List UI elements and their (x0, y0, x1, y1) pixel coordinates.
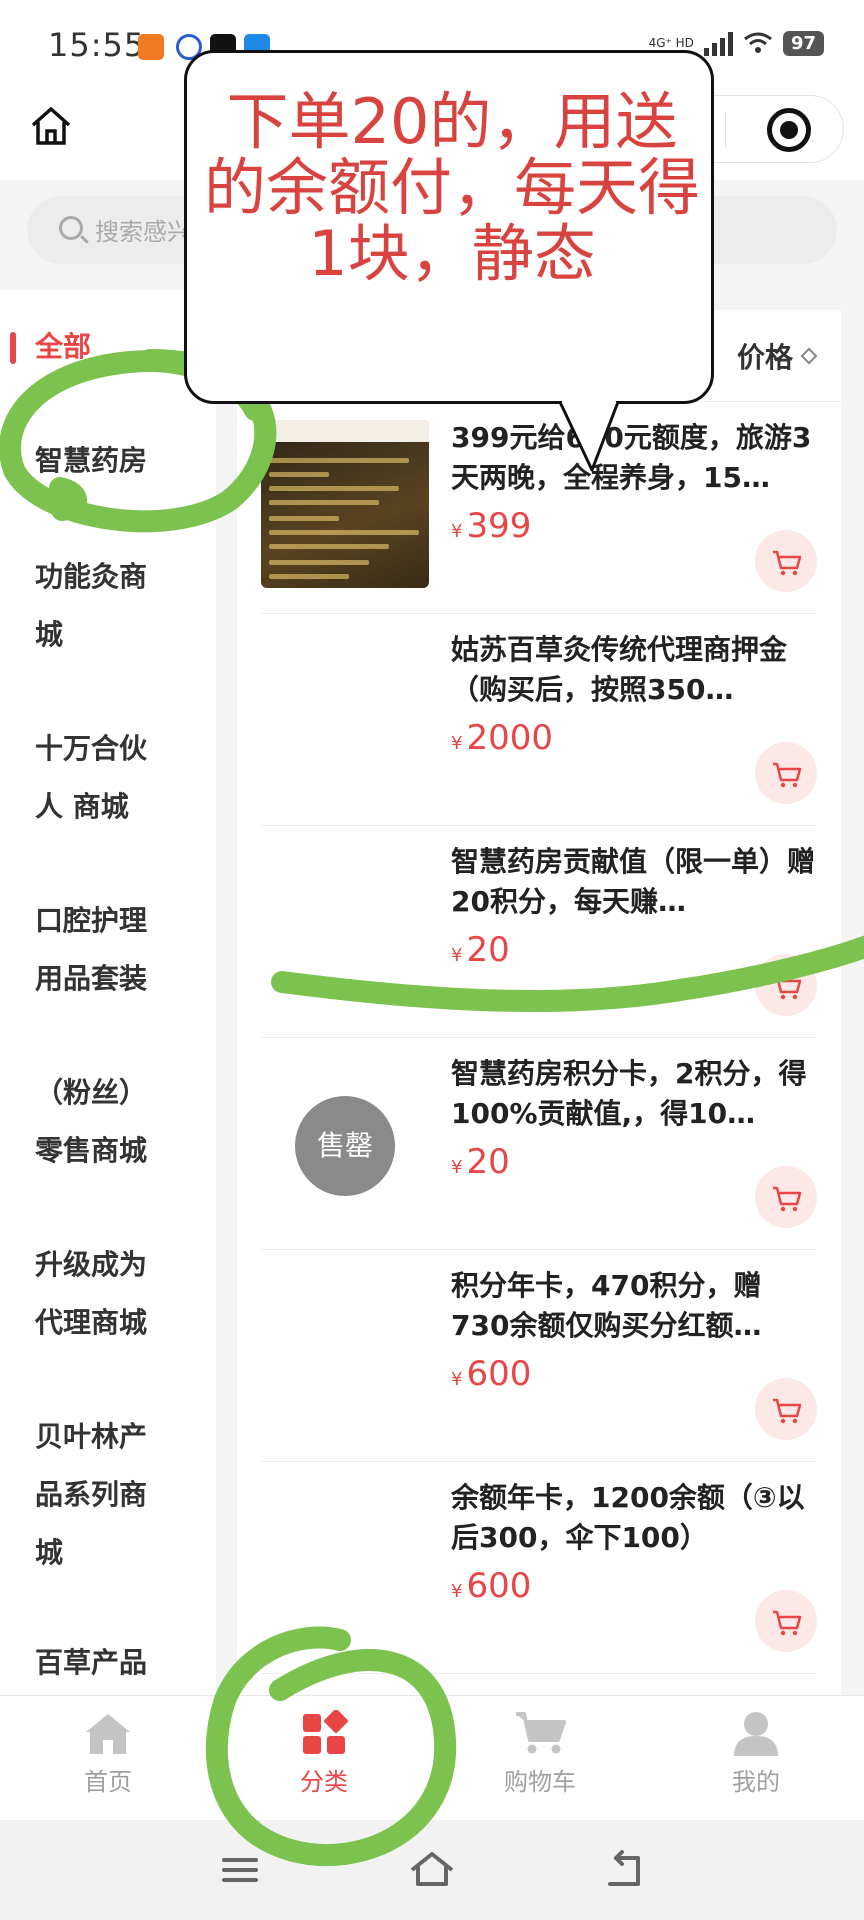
product-price: ¥600 (451, 1354, 532, 1394)
sold-out-badge: 售罄 (295, 1096, 395, 1196)
add-to-cart-button[interactable] (755, 1590, 817, 1652)
category-icon (303, 1710, 348, 1754)
back-icon[interactable] (600, 1846, 648, 1894)
sidebar-item-baicao[interactable]: 百草产品 (35, 1634, 165, 1692)
add-to-cart-button[interactable] (755, 530, 817, 592)
tab-home-label: 首页 (84, 1768, 132, 1796)
capsule-divider (725, 112, 726, 148)
callout-text: 下单20的，用送的余额付，每天得1块，静态 (203, 85, 700, 290)
sidebar-item-oral-care[interactable]: 口腔护理用品套装 (35, 892, 165, 1008)
add-to-cart-button[interactable] (755, 954, 817, 1016)
product-item[interactable]: 售罄 智慧药房积分卡，2积分，得100%贡献值,，得10… ¥20 (261, 1038, 817, 1250)
search-icon (59, 216, 83, 240)
sidebar-item-pharmacy[interactable]: 智慧药房 (35, 432, 205, 490)
cart-icon (516, 1712, 566, 1754)
product-title: 399元给600元额度，旅游3天两晚，全程养身，15… (451, 421, 812, 494)
cart-icon (773, 1610, 802, 1636)
add-to-cart-button[interactable] (755, 1378, 817, 1440)
product-item[interactable]: 积分年卡，470积分，赠730余额仅购买分红额… ¥600 (261, 1250, 817, 1462)
wifi-icon (744, 32, 772, 53)
home-icon (86, 1714, 130, 1754)
product-title: 智慧药房积分卡，2积分，得100%贡献值,，得10… (451, 1057, 807, 1130)
product-price: ¥600 (451, 1566, 532, 1606)
product-thumbnail (261, 420, 429, 588)
tab-profile[interactable]: 我的 (696, 1710, 816, 1810)
system-nav-bar (0, 1820, 864, 1920)
product-item[interactable]: 智慧药房贡献值（限一单）赠20积分，每天赚… ¥20 (261, 826, 817, 1038)
tab-profile-label: 我的 (732, 1768, 780, 1796)
status-time: 15:55 (48, 26, 146, 64)
sidebar-item-retail[interactable]: （粉丝）零售商城 (35, 1064, 165, 1180)
battery-icon: 97 (782, 30, 824, 56)
annotation-callout: 下单20的，用送的余额付，每天得1块，静态 (184, 50, 714, 404)
network-type: 4G⁺ HD (648, 36, 694, 50)
sidebar-item-upgrade[interactable]: 升级成为代理商城 (35, 1236, 165, 1352)
sidebar-item-moxibustion[interactable]: 功能灸商城 (35, 548, 165, 664)
sidebar-item-all[interactable]: 全部 (35, 318, 205, 376)
bottom-tab-bar: 首页 分类 购物车 我的 (0, 1695, 864, 1820)
product-title: 余额年卡，1200余额（③以后300，伞下100） (451, 1481, 805, 1554)
sort-price-button[interactable]: 价格 (737, 336, 793, 376)
product-list-panel: 价格 399元给600元额度，旅游3天两晚，全程养身，15… ¥399 姑苏百草… (237, 310, 841, 1695)
signal-icon (703, 30, 733, 56)
tab-home[interactable]: 首页 (48, 1710, 168, 1810)
menu-icon[interactable] (216, 1846, 264, 1894)
product-item[interactable]: 余额年卡，1200余额（③以后300，伞下100） ¥600 (261, 1462, 817, 1674)
product-title: 姑苏百草灸传统代理商押金（购买后，按照350… (451, 633, 788, 706)
active-indicator (10, 332, 16, 364)
product-price: ¥399 (451, 506, 532, 546)
tab-category[interactable]: 分类 (264, 1710, 384, 1810)
product-title: 智慧药房贡献值（限一单）赠20积分，每天赚… (451, 845, 816, 918)
user-icon (734, 1712, 778, 1756)
cart-icon (773, 1398, 802, 1424)
category-sidebar: 全部 智慧药房 功能灸商城 十万合伙人 商城 口腔护理用品套装 （粉丝）零售商城… (0, 290, 216, 1695)
product-price: ¥20 (451, 1142, 510, 1182)
tab-cart-label: 购物车 (504, 1768, 576, 1796)
product-price: ¥2000 (451, 718, 553, 758)
home-icon[interactable] (28, 103, 74, 149)
sidebar-item-beiyelin[interactable]: 贝叶林产品系列商城 (35, 1408, 165, 1582)
sort-arrows-icon (800, 347, 818, 365)
product-price: ¥20 (451, 930, 510, 970)
system-home-icon[interactable] (408, 1846, 456, 1894)
cart-icon (773, 1186, 802, 1212)
product-item[interactable]: 姑苏百草灸传统代理商押金（购买后，按照350… ¥2000 (261, 614, 817, 826)
add-to-cart-button[interactable] (755, 742, 817, 804)
cart-icon (773, 550, 802, 576)
cart-icon (773, 762, 802, 788)
add-to-cart-button[interactable] (755, 1166, 817, 1228)
cart-icon (773, 974, 802, 1000)
product-title: 积分年卡，470积分，赠730余额仅购买分红额… (451, 1269, 762, 1342)
tab-category-label: 分类 (300, 1768, 348, 1796)
product-item[interactable]: 399元给600元额度，旅游3天两晚，全程养身，15… ¥399 (261, 402, 817, 614)
target-icon[interactable] (767, 108, 811, 152)
sidebar-item-partner[interactable]: 十万合伙人 商城 (35, 720, 165, 836)
tab-cart[interactable]: 购物车 (480, 1710, 600, 1810)
app-notification-icon (138, 34, 164, 60)
